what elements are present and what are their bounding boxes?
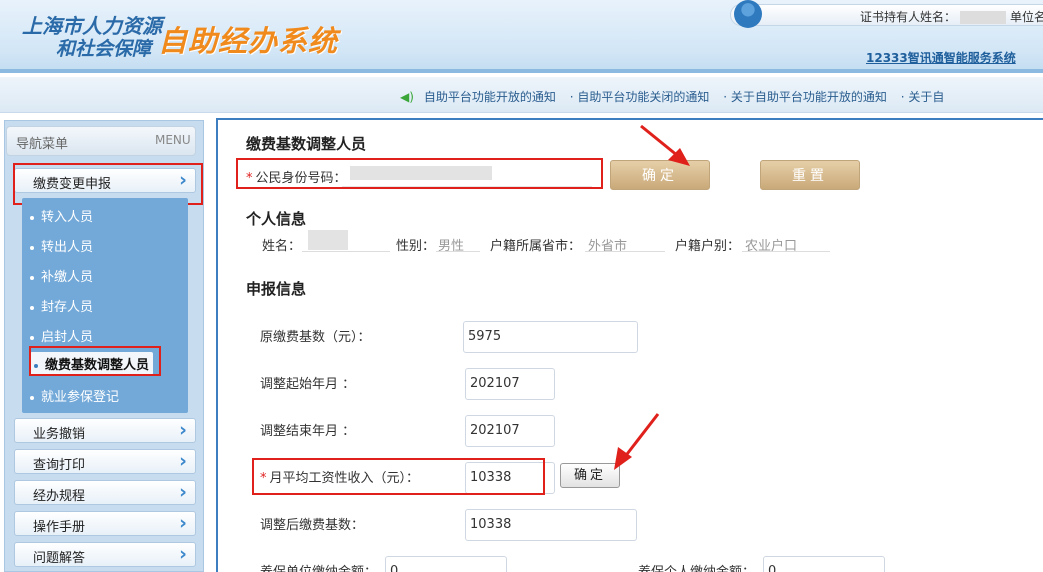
- user-info: 证书持有人姓名： 单位名称: [860, 8, 1043, 25]
- end-month-input[interactable]: 202107: [465, 415, 555, 447]
- chevron-right-icon: ›: [179, 419, 187, 441]
- sidebar-item-label: 问题解答: [33, 551, 86, 566]
- unit-pay-input[interactable]: 0: [385, 556, 507, 572]
- logo-system-name: 自助经办系统: [158, 24, 339, 58]
- orig-base-input[interactable]: 5975: [463, 321, 638, 353]
- submenu-item-back-pay[interactable]: 补缴人员: [30, 266, 93, 285]
- end-month-label: 调整结束年月 ：: [260, 424, 356, 439]
- new-base-label: 调整后缴费基数：: [260, 518, 365, 533]
- notice-item[interactable]: · 关于自: [901, 90, 945, 104]
- sidebar-item-label: 业务撤销: [33, 427, 86, 442]
- sidebar-item-label: 操作手册: [33, 520, 86, 535]
- gender-label: 性别：: [396, 239, 436, 254]
- sidebar-item-label: 经办规程: [33, 489, 86, 504]
- notice-item[interactable]: 自助平台功能开放的通知: [424, 90, 556, 104]
- hukou-underline: [742, 234, 830, 252]
- cert-holder-label: 证书持有人姓名：: [860, 10, 957, 24]
- personal-pay-label: 养保个人缴纳金额：: [638, 561, 755, 572]
- new-base-input[interactable]: 10338: [465, 509, 637, 541]
- submenu-item-transfer-in[interactable]: 转入人员: [30, 206, 93, 225]
- reset-button[interactable]: 重置: [760, 160, 860, 190]
- redacted-name-value: [308, 230, 348, 250]
- sidebar-item-cancel[interactable]: 业务撤销 ›: [14, 418, 196, 443]
- submenu-item-seal[interactable]: 封存人员: [30, 296, 93, 315]
- chevron-right-icon: ›: [179, 512, 187, 534]
- personal-info-title: 个人信息: [246, 210, 307, 228]
- chevron-right-icon: ›: [179, 450, 187, 472]
- nav-title: 导航菜单: [16, 137, 69, 152]
- confirm-button[interactable]: 确定: [610, 160, 710, 190]
- link-12333-service[interactable]: 12333智讯通智能服务系统: [866, 49, 1016, 66]
- unit-pay-label: 养保单位缴纳金额：: [260, 561, 377, 572]
- submenu-item-transfer-out[interactable]: 转出人员: [30, 236, 93, 255]
- personal-pay-input[interactable]: 0: [763, 556, 885, 572]
- hukou-label: 户籍户别：: [675, 239, 741, 254]
- income-confirm-button[interactable]: 确定: [560, 463, 620, 488]
- notice-list: ◀) 自助平台功能开放的通知 · 自助平台功能关闭的通知 · 关于自助平台功能开放…: [400, 88, 954, 105]
- notice-item[interactable]: · 关于自助平台功能开放的通知: [723, 90, 887, 104]
- highlight-box: [236, 158, 603, 189]
- chevron-right-icon: ›: [179, 481, 187, 503]
- redacted-name: [960, 11, 1007, 24]
- start-month-input[interactable]: 202107: [465, 368, 555, 400]
- submenu-item-unseal[interactable]: 启封人员: [30, 326, 93, 345]
- declare-info-title: 申报信息: [246, 280, 307, 298]
- submenu-item-employment-register[interactable]: 就业参保登记: [30, 386, 119, 405]
- province-label: 户籍所属省市：: [490, 239, 582, 254]
- start-month-label: 调整起始年月 ：: [260, 377, 356, 392]
- chevron-right-icon: ›: [179, 543, 187, 565]
- notice-item[interactable]: · 自助平台功能关闭的通知: [570, 90, 710, 104]
- sidebar-item-label: 查询打印: [33, 458, 86, 473]
- sidebar-item-query-print[interactable]: 查询打印 ›: [14, 449, 196, 474]
- gender-underline: [436, 234, 480, 252]
- nav-menu-word: MENU: [155, 133, 191, 147]
- orig-base-label: 原缴费基数（元）：: [260, 330, 371, 345]
- highlight-box: [29, 346, 161, 376]
- sidebar-item-faq[interactable]: 问题解答 ›: [14, 542, 196, 567]
- page-title: 缴费基数调整人员: [246, 135, 367, 153]
- speaker-icon: ◀): [400, 90, 414, 104]
- unit-name-label: 单位名称: [1010, 10, 1043, 24]
- logo-line2: 和社会保障: [56, 38, 152, 60]
- user-avatar-icon: [734, 0, 762, 28]
- province-underline: [585, 234, 665, 252]
- sidebar-item-manual[interactable]: 操作手册 ›: [14, 511, 196, 536]
- sidebar-item-procedures[interactable]: 经办规程 ›: [14, 480, 196, 505]
- highlight-box: [252, 458, 545, 495]
- name-label: 姓名：: [262, 239, 302, 254]
